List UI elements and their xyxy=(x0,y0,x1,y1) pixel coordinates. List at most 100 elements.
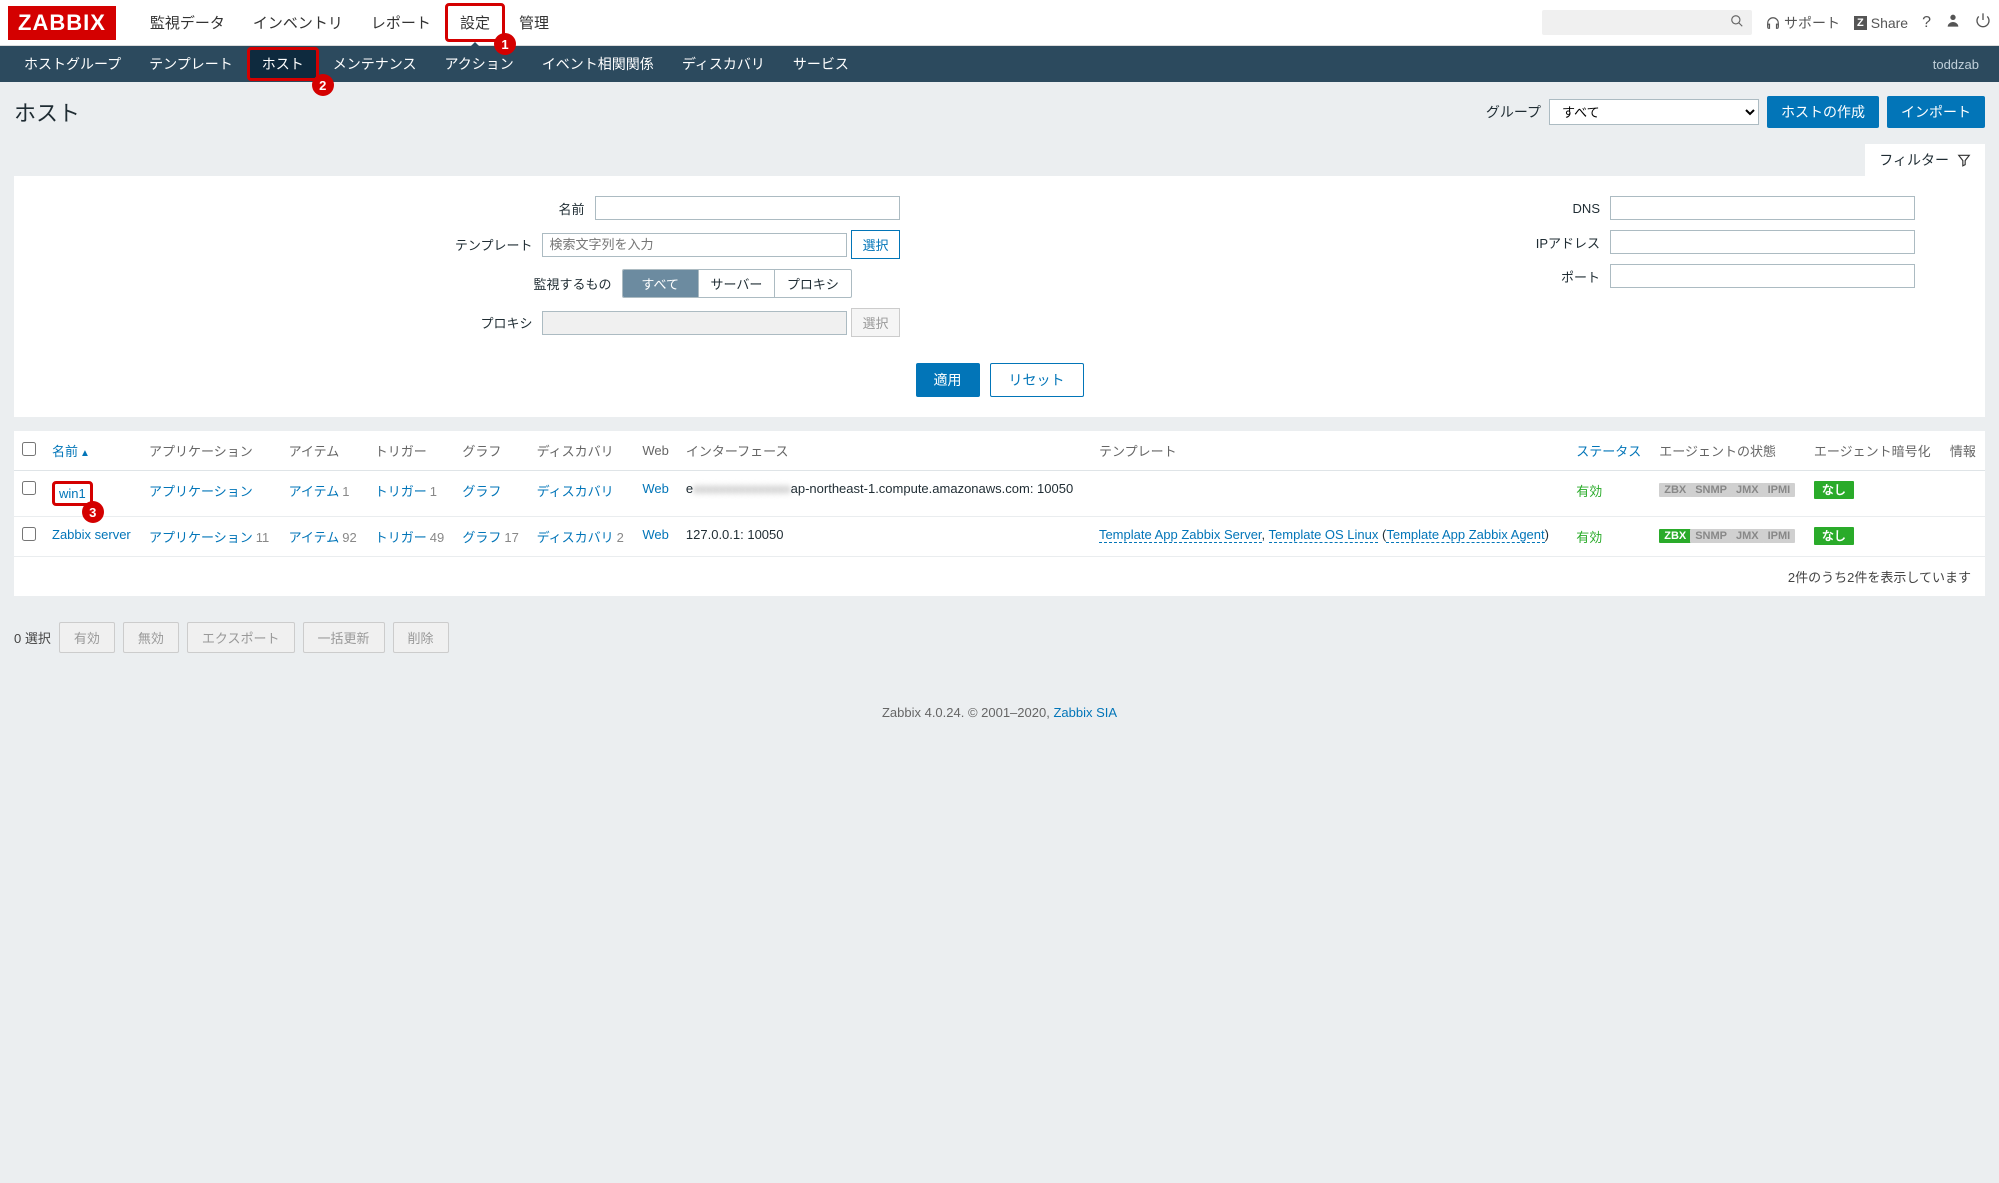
seg-all[interactable]: すべて xyxy=(623,270,699,297)
col-applications[interactable]: アプリケーション xyxy=(141,431,281,471)
nav-monitoring[interactable]: 監視データ xyxy=(136,2,239,43)
col-templates: テンプレート xyxy=(1091,431,1568,471)
select-all-checkbox[interactable] xyxy=(22,442,36,456)
search-input[interactable] xyxy=(1550,15,1730,30)
sort-asc-icon: ▲ xyxy=(80,448,90,459)
row-checkbox[interactable] xyxy=(22,527,36,541)
filter-port-input[interactable] xyxy=(1610,264,1915,288)
subnav-templates[interactable]: テンプレート xyxy=(135,46,247,82)
triggers-link[interactable]: トリガー xyxy=(375,530,427,545)
col-interface: インターフェース xyxy=(678,431,1091,471)
col-status[interactable]: ステータス xyxy=(1568,431,1651,471)
import-button[interactable]: インポート xyxy=(1887,96,1985,128)
col-discovery[interactable]: ディスカバリ xyxy=(529,431,635,471)
discovery-link[interactable]: ディスカバリ xyxy=(537,484,614,499)
filter-proxy-label: プロキシ xyxy=(480,313,532,332)
web-link[interactable]: Web xyxy=(642,527,669,542)
applications-link[interactable]: アプリケーション xyxy=(149,484,253,499)
nav-admin[interactable]: 管理 xyxy=(505,2,563,43)
global-search[interactable] xyxy=(1542,10,1752,35)
templates-cell xyxy=(1091,471,1568,517)
zabbix-logo[interactable]: ZABBIX xyxy=(8,6,116,40)
user-icon[interactable] xyxy=(1945,12,1961,33)
create-host-button[interactable]: ホストの作成 xyxy=(1767,96,1879,128)
discovery-link[interactable]: ディスカバリ xyxy=(537,530,614,545)
subnav-maintenance[interactable]: メンテナンス xyxy=(319,46,431,82)
col-triggers[interactable]: トリガー xyxy=(367,431,455,471)
col-availability: エージェントの状態 xyxy=(1651,431,1806,471)
headset-icon xyxy=(1766,16,1780,30)
hosts-table-wrap: 名前▲ アプリケーション アイテム トリガー グラフ ディスカバリ Web イン… xyxy=(14,431,1985,596)
filter-proxy-input xyxy=(542,311,847,335)
filter-ip-input[interactable] xyxy=(1610,230,1915,254)
share-label: Share xyxy=(1871,15,1908,31)
status-link[interactable]: 有効 xyxy=(1576,484,1602,499)
host-name-link[interactable]: win1 xyxy=(59,486,86,501)
filter-templates-input[interactable] xyxy=(542,233,847,257)
graphs-link[interactable]: グラフ xyxy=(462,530,501,545)
search-icon[interactable] xyxy=(1730,14,1744,31)
help-icon[interactable]: ? xyxy=(1922,14,1931,32)
filter-dns-input[interactable] xyxy=(1610,196,1915,220)
filter-port-label: ポート xyxy=(1561,267,1600,286)
web-link[interactable]: Web xyxy=(642,481,669,496)
mass-update-button: 一括更新 xyxy=(303,622,385,653)
subnav-hosts[interactable]: ホスト 2 xyxy=(247,47,319,81)
current-user[interactable]: toddzab xyxy=(1933,57,1989,72)
graphs-link[interactable]: グラフ xyxy=(462,484,501,499)
status-link[interactable]: 有効 xyxy=(1576,530,1602,545)
page-header: ホスト グループ すべて ホストの作成 インポート xyxy=(0,82,1999,144)
power-icon[interactable] xyxy=(1975,12,1991,33)
interface-cell: exxxxxxxxxxxxxxxap-northeast-1.compute.a… xyxy=(678,471,1091,517)
host-name-highlight: win1 3 xyxy=(52,481,93,506)
nav-inventory[interactable]: インベントリ xyxy=(239,2,357,43)
filter-toggle[interactable]: フィルター xyxy=(1865,144,1985,176)
footer-link[interactable]: Zabbix SIA xyxy=(1053,705,1117,720)
template-link[interactable]: Template App Zabbix Server xyxy=(1099,527,1262,543)
top-bar: ZABBIX 監視データ インベントリ レポート 設定 1 管理 サポート Z … xyxy=(0,0,1999,46)
col-info: 情報 xyxy=(1942,431,1985,471)
table-row: Zabbix server アプリケーション11 アイテム92 トリガー49 グ… xyxy=(14,517,1985,557)
applications-link[interactable]: アプリケーション xyxy=(149,530,253,545)
subnav-hostgroups[interactable]: ホストグループ xyxy=(10,46,135,82)
host-name-link[interactable]: Zabbix server xyxy=(52,527,131,542)
col-graphs[interactable]: グラフ xyxy=(454,431,528,471)
filter-name-input[interactable] xyxy=(595,196,900,220)
subnav-services[interactable]: サービス xyxy=(779,46,863,82)
table-footer: 2件のうち2件を表示しています xyxy=(14,557,1985,596)
seg-server[interactable]: サーバー xyxy=(699,270,775,297)
template-link[interactable]: Template OS Linux xyxy=(1269,527,1379,543)
agent-snmp-badge: SNMP xyxy=(1690,483,1732,497)
triggers-link[interactable]: トリガー xyxy=(375,484,427,499)
interface-cell: 127.0.0.1: 10050 xyxy=(678,517,1091,557)
support-label: サポート xyxy=(1784,13,1840,33)
support-link[interactable]: サポート xyxy=(1766,13,1840,33)
filter-apply-button[interactable]: 適用 xyxy=(916,363,980,397)
subnav-correlation[interactable]: イベント相関関係 xyxy=(528,46,668,82)
items-link[interactable]: アイテム xyxy=(289,484,340,499)
col-items[interactable]: アイテム xyxy=(281,431,367,471)
subnav-discovery[interactable]: ディスカバリ xyxy=(668,46,779,82)
triggers-count: 49 xyxy=(430,530,444,545)
filter-reset-button[interactable]: リセット xyxy=(990,363,1084,397)
nav-config[interactable]: 設定 1 xyxy=(445,3,505,42)
subnav-actions[interactable]: アクション xyxy=(431,46,528,82)
template-link[interactable]: Template App Zabbix Agent xyxy=(1386,527,1544,543)
share-link[interactable]: Z Share xyxy=(1854,15,1908,31)
items-link[interactable]: アイテム xyxy=(289,530,340,545)
seg-proxy[interactable]: プロキシ xyxy=(775,270,850,297)
nav-reports[interactable]: レポート xyxy=(357,2,445,43)
filter-templates-select-button[interactable]: 選択 xyxy=(851,230,899,259)
filter-name-label: 名前 xyxy=(558,199,584,218)
hosts-table: 名前▲ アプリケーション アイテム トリガー グラフ ディスカバリ Web イン… xyxy=(14,431,1985,557)
col-name[interactable]: 名前▲ xyxy=(44,431,141,471)
page-title: ホスト xyxy=(14,96,80,128)
agent-ipmi-badge: IPMI xyxy=(1763,483,1796,497)
filter-panel: 名前 テンプレート 選択 監視するもの すべて サーバー プロキシ プロキシ 選… xyxy=(14,176,1985,417)
filter-tab-row: フィルター xyxy=(0,144,1999,176)
group-label: グループ xyxy=(1486,102,1541,122)
top-nav: 監視データ インベントリ レポート 設定 1 管理 xyxy=(136,2,1542,43)
row-checkbox[interactable] xyxy=(22,481,36,495)
col-web[interactable]: Web xyxy=(634,431,678,471)
group-select[interactable]: すべて xyxy=(1549,99,1759,125)
